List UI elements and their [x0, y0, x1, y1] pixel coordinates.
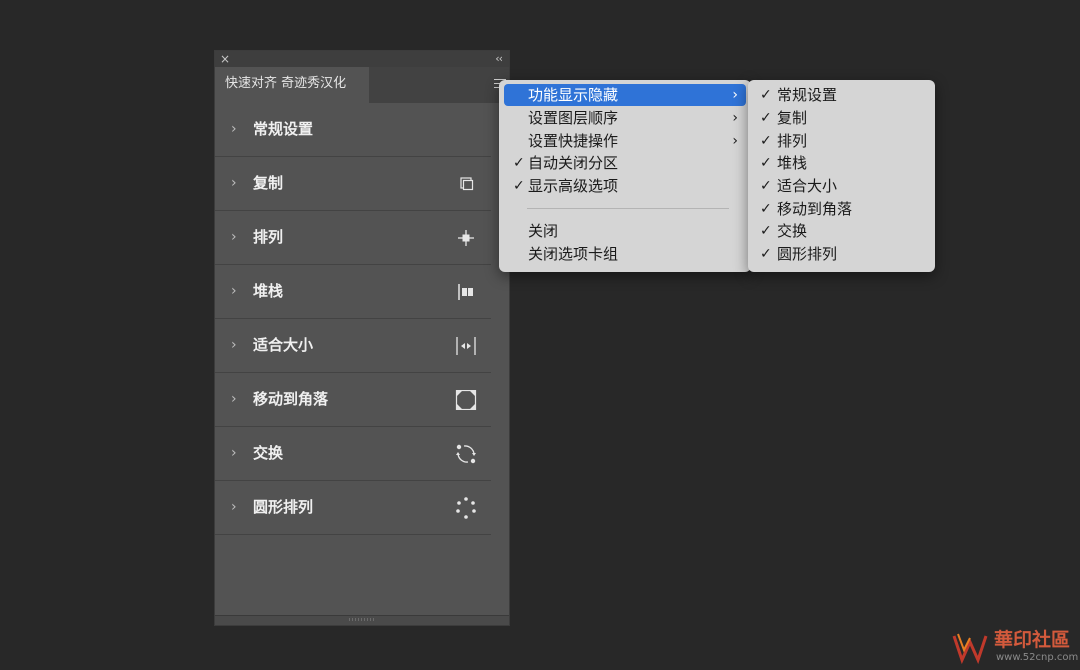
fit-size-icon [456, 337, 476, 355]
chevron-right-icon: › [231, 391, 237, 407]
watermark-url: www.52cnp.com [996, 652, 1079, 663]
menu-item-label: 显示高级选项 [528, 177, 619, 195]
section-general-settings[interactable]: › 常规设置 [215, 103, 491, 157]
menu-item-label: 自动关闭分区 [528, 154, 619, 172]
chevron-right-icon: › [231, 499, 237, 515]
section-label: 适合大小 [253, 336, 314, 354]
panel-titlebar[interactable]: × ‹‹ [215, 51, 509, 67]
menu-item-label: 适合大小 [777, 177, 838, 195]
panel-tabbar: 快速对齐 奇迹秀汉化 [215, 67, 509, 103]
menu-item-auto-close-sections[interactable]: ✓ 自动关闭分区 [504, 152, 746, 174]
submenu-item-swap[interactable]: ✓ 交换 [753, 220, 930, 242]
submenu-arrow-icon: › [732, 110, 738, 126]
section-stack[interactable]: › 堆栈 [215, 265, 491, 319]
chevron-right-icon: › [231, 337, 237, 353]
chevron-right-icon: › [231, 175, 237, 191]
section-label: 排列 [253, 228, 284, 246]
section-label: 常规设置 [253, 120, 314, 138]
tab-quick-align[interactable]: 快速对齐 奇迹秀汉化 [215, 67, 369, 103]
close-icon[interactable]: × [220, 52, 230, 66]
checkmark-icon: ✓ [760, 133, 772, 149]
checkmark-icon: ✓ [513, 155, 525, 171]
menu-item-label: 堆栈 [777, 154, 808, 172]
menu-item-label: 关闭选项卡组 [528, 245, 619, 263]
watermark: 華印社區 www.52cnp.com [952, 628, 1079, 668]
submenu-item-arrange[interactable]: ✓ 排列 [753, 130, 930, 152]
checkmark-icon: ✓ [760, 201, 772, 217]
menu-separator [527, 208, 729, 209]
section-circular-arrange[interactable]: › 圆形排列 [215, 481, 491, 535]
checkmark-icon: ✓ [760, 246, 772, 262]
section-fit-size[interactable]: › 适合大小 [215, 319, 491, 373]
circular-arrange-icon [456, 497, 476, 519]
stack-icon [458, 284, 473, 300]
checkmark-icon: ✓ [760, 110, 772, 126]
watermark-text: 華印社區 [994, 629, 1071, 651]
menu-item-feature-visibility[interactable]: 功能显示隐藏 › [504, 84, 746, 106]
section-label: 圆形排列 [253, 498, 314, 516]
section-label: 交换 [253, 444, 284, 462]
collapse-icon[interactable]: ‹‹ [495, 51, 503, 66]
menu-item-show-advanced[interactable]: ✓ 显示高级选项 [504, 175, 746, 197]
menu-item-label: 设置图层顺序 [528, 109, 619, 127]
section-label: 复制 [253, 174, 284, 192]
watermark-logo-icon [952, 633, 988, 665]
section-arrange[interactable]: › 排列 [215, 211, 491, 265]
submenu-arrow-icon: › [732, 133, 738, 149]
quick-align-panel: × ‹‹ 快速对齐 奇迹秀汉化 › 常规设置 › 复制 › 排列 › 堆栈 › … [214, 50, 510, 626]
desktop-background: × ‹‹ 快速对齐 奇迹秀汉化 › 常规设置 › 复制 › 排列 › 堆栈 › … [0, 0, 1080, 670]
align-center-icon [458, 230, 474, 246]
submenu-item-circular-arrange[interactable]: ✓ 圆形排列 [753, 243, 930, 265]
resize-grip-icon[interactable] [349, 618, 375, 621]
submenu-item-general-settings[interactable]: ✓ 常规设置 [753, 84, 930, 106]
submenu-item-fit-size[interactable]: ✓ 适合大小 [753, 175, 930, 197]
checkmark-icon: ✓ [760, 155, 772, 171]
section-duplicate[interactable]: › 复制 [215, 157, 491, 211]
duplicate-icon [460, 177, 474, 191]
panel-resize-bar[interactable] [215, 615, 509, 625]
chevron-right-icon: › [231, 121, 237, 137]
menu-item-label: 设置快捷操作 [528, 132, 619, 150]
move-to-corner-icon [455, 390, 477, 410]
menu-item-label: 圆形排列 [777, 245, 838, 263]
section-label: 堆栈 [253, 282, 284, 300]
swap-icon [456, 444, 476, 464]
menu-item-close-tab-group[interactable]: 关闭选项卡组 [504, 243, 746, 265]
checkmark-icon: ✓ [760, 223, 772, 239]
menu-item-label: 关闭 [528, 222, 559, 240]
submenu-item-duplicate[interactable]: ✓ 复制 [753, 107, 930, 129]
menu-item-shortcuts[interactable]: 设置快捷操作 › [504, 130, 746, 152]
panel-flyout-menu: 功能显示隐藏 › 设置图层顺序 › 设置快捷操作 › ✓ 自动关闭分区 ✓ 显示… [499, 80, 751, 272]
menu-item-layer-order[interactable]: 设置图层顺序 › [504, 107, 746, 129]
chevron-right-icon: › [231, 229, 237, 245]
menu-item-label: 复制 [777, 109, 808, 127]
submenu-item-stack[interactable]: ✓ 堆栈 [753, 152, 930, 174]
menu-item-close[interactable]: 关闭 [504, 220, 746, 242]
section-swap[interactable]: › 交换 [215, 427, 491, 481]
section-list: › 常规设置 › 复制 › 排列 › 堆栈 › 适合大小 › 移动到角落 › 交… [215, 103, 491, 535]
menu-item-label: 常规设置 [777, 86, 838, 104]
checkmark-icon: ✓ [760, 178, 772, 194]
section-move-to-corner[interactable]: › 移动到角落 [215, 373, 491, 427]
submenu-item-move-to-corner[interactable]: ✓ 移动到角落 [753, 198, 930, 220]
menu-item-label: 功能显示隐藏 [528, 86, 619, 104]
section-label: 移动到角落 [253, 390, 329, 408]
checkmark-icon: ✓ [513, 178, 525, 194]
chevron-right-icon: › [231, 445, 237, 461]
submenu-arrow-icon: › [732, 87, 738, 103]
menu-item-label: 移动到角落 [777, 200, 853, 218]
checkmark-icon: ✓ [760, 87, 772, 103]
feature-visibility-submenu: ✓ 常规设置 ✓ 复制 ✓ 排列 ✓ 堆栈 ✓ 适合大小 ✓ 移动到角落 ✓ 交… [748, 80, 935, 272]
chevron-right-icon: › [231, 283, 237, 299]
menu-item-label: 交换 [777, 222, 808, 240]
menu-item-label: 排列 [777, 132, 808, 150]
